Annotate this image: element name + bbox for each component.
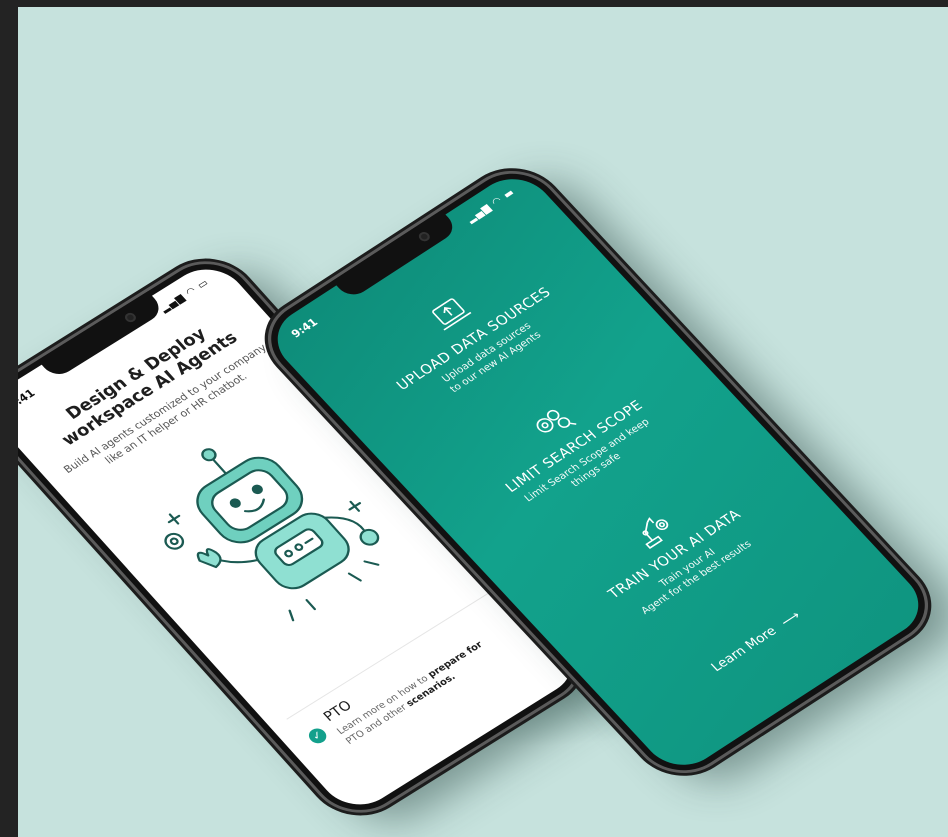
check-icon: ✓	[305, 725, 330, 747]
backdrop: 9:41 ▂▄▆ ◠ ▭ Design & Deploy workspace A…	[18, 7, 948, 837]
desc-line: Agent for the best results	[639, 538, 754, 617]
wifi-icon: ◠	[490, 195, 506, 209]
status-time: 9:41	[288, 315, 321, 341]
status-icons: ▂▄▆ ◠ ▭	[158, 277, 211, 314]
camera-icon	[416, 230, 432, 244]
arrow-right-icon: ⟶	[777, 608, 804, 630]
camera-icon	[122, 311, 139, 324]
signal-icon: ▂▄▆	[158, 292, 188, 315]
desc-bold: prepare for	[425, 639, 486, 681]
signal-icon: ▂▄▆	[464, 202, 494, 225]
battery-icon: ▬	[501, 186, 518, 201]
section-description: Train your AI Agent for the best results	[554, 479, 830, 666]
section-title: TRAIN YOUR AI DATA	[605, 506, 745, 602]
item-description: Learn more on how to prepare for PTO and…	[334, 627, 513, 747]
status-time: 9:41	[18, 386, 38, 412]
learn-more-label: Learn More	[708, 624, 780, 675]
battery-icon: ▭	[195, 277, 212, 292]
wifi-icon: ◠	[184, 285, 200, 299]
status-icons: ▂▄▆ ◠ ▬	[464, 187, 517, 225]
